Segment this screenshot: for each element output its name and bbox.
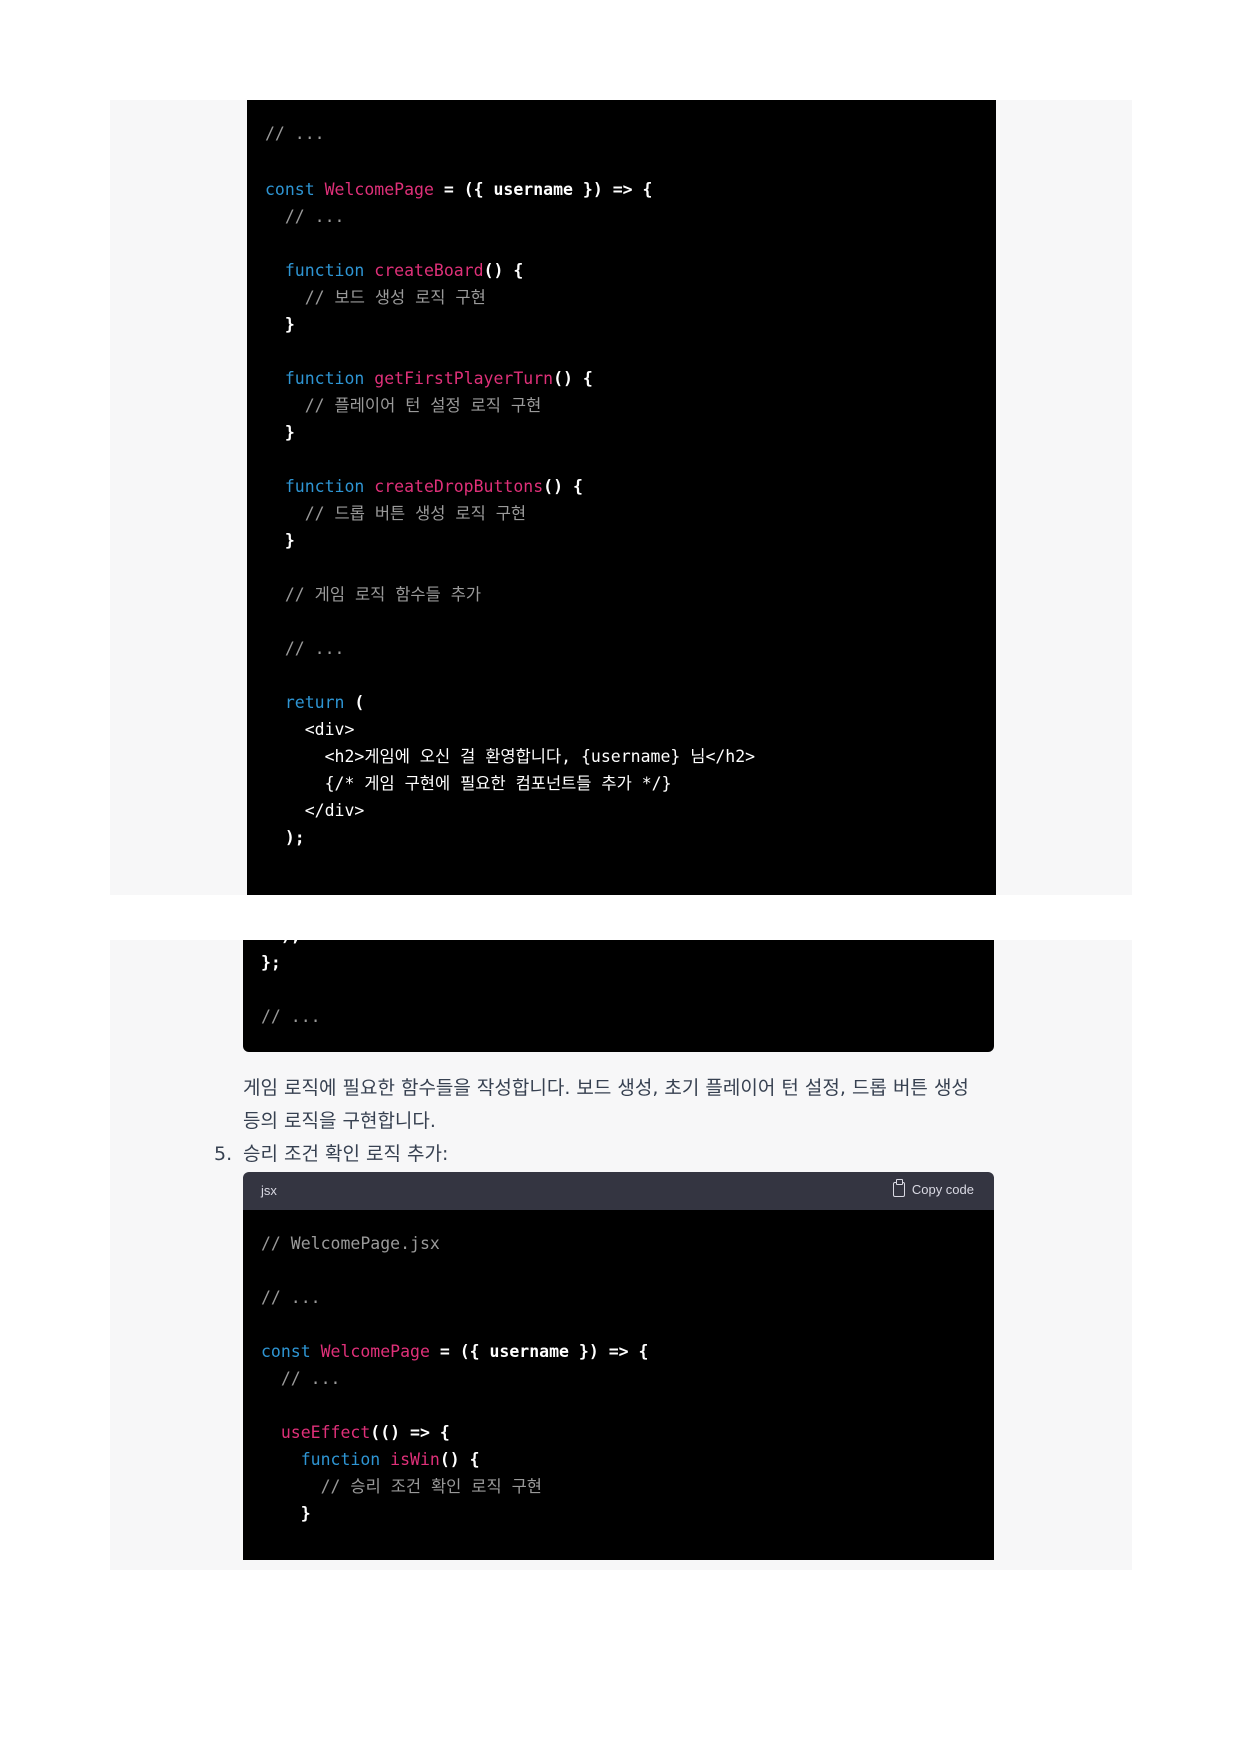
code-line: // 승리 조건 확인 로직 구현 — [261, 1477, 542, 1496]
code-line: // ... — [261, 1007, 321, 1026]
code-line: } — [265, 423, 295, 442]
paragraph-text: 게임 로직에 필요한 함수들을 작성합니다. 보드 생성, 초기 플레이어 턴 … — [243, 1077, 969, 1099]
code-line: // ... — [265, 639, 345, 658]
code-block-main: // ... const WelcomePage = ({ username }… — [247, 100, 996, 895]
code-line: // 드롭 버튼 생성 로직 구현 — [265, 504, 527, 523]
code-line: <div> — [265, 720, 355, 739]
code-line: } — [261, 1504, 311, 1523]
code-language-label: jsx — [261, 1183, 277, 1198]
code-line: // ... — [261, 1369, 341, 1388]
code-line: return ( — [265, 693, 365, 712]
code-line: // ... — [265, 124, 325, 143]
code-block-continued: ); }; // ... — [243, 940, 994, 1052]
code-line: // ... — [265, 207, 345, 226]
clipboard-icon — [892, 1179, 905, 1197]
paragraph-text: 등의 로직을 구현합니다. — [243, 1110, 436, 1132]
code-line: function isWin() { — [261, 1450, 480, 1469]
step-number: 5. — [214, 1143, 233, 1165]
code-line: }; — [261, 953, 281, 972]
step-text: 승리 조건 확인 로직 추가: — [243, 1143, 449, 1165]
code-line: {/* 게임 구현에 필요한 컴포넌트들 추가 */} — [265, 774, 672, 793]
code-line: const WelcomePage = ({ username }) => { — [261, 1342, 649, 1361]
code-line: useEffect(() => { — [261, 1423, 450, 1442]
code-line: function createBoard() { — [265, 261, 524, 280]
code-line: ); — [261, 940, 301, 946]
code-line: function createDropButtons() { — [265, 477, 583, 496]
code-line: // 게임 로직 함수들 추가 — [265, 585, 482, 604]
copy-code-button[interactable]: Copy code — [892, 1179, 974, 1197]
code-line: const WelcomePage = ({ username }) => { — [265, 180, 653, 199]
code-line: // 플레이어 턴 설정 로직 구현 — [265, 396, 542, 415]
code-block-header: jsx Copy code — [243, 1172, 994, 1210]
copy-code-label: Copy code — [911, 1182, 974, 1197]
code-line: <h2>게임에 오신 걸 환영합니다, {username} 님</h2> — [265, 747, 756, 766]
code-line: } — [265, 531, 295, 550]
code-line: // ... — [261, 1288, 321, 1307]
code-line: ); — [265, 828, 305, 847]
code-line: } — [265, 315, 295, 334]
code-line: function getFirstPlayerTurn() { — [265, 369, 593, 388]
code-line: // WelcomePage.jsx — [261, 1234, 440, 1253]
code-line: // 보드 생성 로직 구현 — [265, 288, 486, 307]
code-block-win-check: // WelcomePage.jsx // ... const WelcomeP… — [243, 1210, 994, 1560]
code-line: </div> — [265, 801, 365, 820]
